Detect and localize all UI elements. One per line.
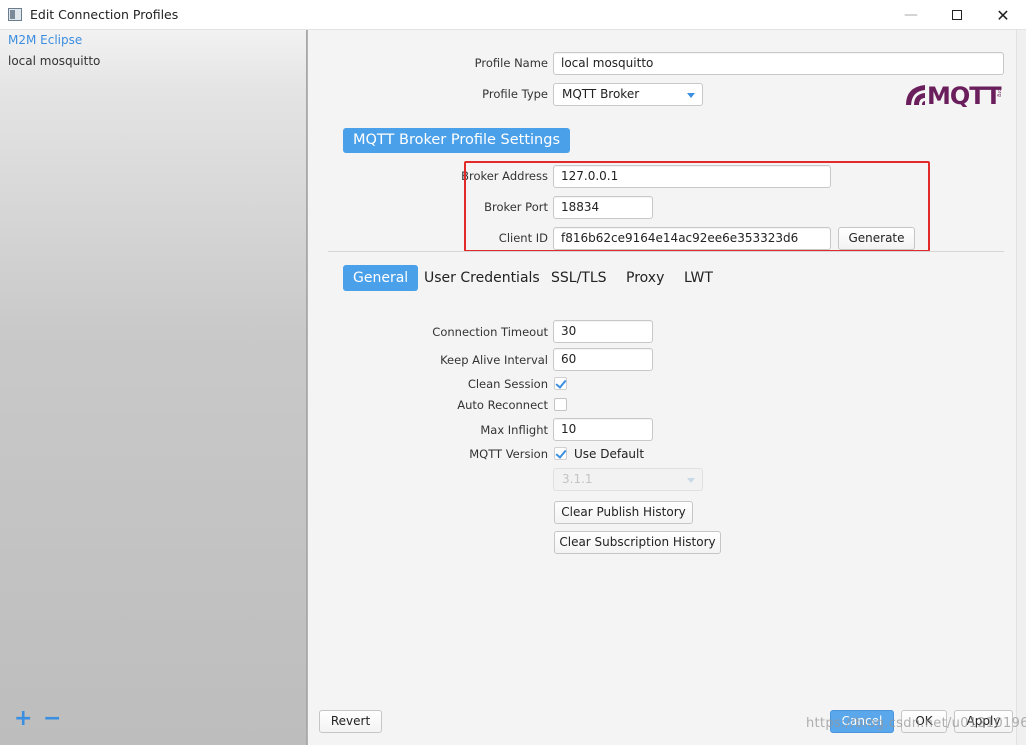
vertical-scrollbar[interactable] bbox=[1016, 30, 1026, 745]
watermark-text: https://blog.csdn.net/u012101961 bbox=[806, 716, 1026, 731]
profile-name-label: Profile Name bbox=[474, 56, 548, 70]
auto-reconnect-label: Auto Reconnect bbox=[457, 398, 548, 412]
clear-subscription-history-button[interactable]: Clear Subscription History bbox=[554, 531, 721, 554]
clean-session-checkbox[interactable] bbox=[554, 377, 567, 390]
tab-general[interactable]: General bbox=[343, 265, 419, 291]
window-title: Edit Connection Profiles bbox=[30, 7, 179, 22]
tab-proxy[interactable]: Proxy bbox=[616, 265, 674, 291]
profile-type-label: Profile Type bbox=[482, 87, 548, 101]
use-default-checkbox[interactable] bbox=[554, 447, 567, 460]
keep-alive-input[interactable]: 60 bbox=[553, 348, 653, 371]
broker-settings-header: MQTT Broker Profile Settings bbox=[343, 128, 570, 153]
tab-lwt[interactable]: LWT bbox=[674, 265, 723, 291]
profile-sidebar: M2M Eclipse local mosquitto + − bbox=[0, 30, 308, 745]
use-default-label: Use Default bbox=[574, 447, 645, 461]
profile-type-value: MQTT Broker bbox=[562, 87, 640, 101]
section-divider bbox=[328, 251, 1004, 252]
mqtt-version-value: 3.1.1 bbox=[562, 472, 593, 486]
close-button[interactable]: ✕ bbox=[980, 0, 1026, 30]
connection-timeout-label: Connection Timeout bbox=[432, 325, 548, 339]
maximize-icon bbox=[952, 10, 962, 20]
sidebar-item-m2m-eclipse[interactable]: M2M Eclipse bbox=[0, 30, 307, 50]
chevron-down-icon bbox=[687, 93, 695, 98]
sidebar-item-local-mosquitto[interactable]: local mosquitto bbox=[0, 51, 307, 71]
chevron-down-icon bbox=[687, 478, 695, 483]
clear-publish-history-button[interactable]: Clear Publish History bbox=[554, 501, 693, 524]
profile-type-select[interactable]: MQTT Broker bbox=[553, 83, 703, 106]
keep-alive-label: Keep Alive Interval bbox=[440, 353, 548, 367]
mqtt-version-label: MQTT Version bbox=[469, 447, 548, 461]
mqtt-logo: MQTT .org bbox=[906, 82, 1003, 107]
clean-session-label: Clean Session bbox=[467, 377, 548, 391]
tab-user-credentials[interactable]: User Credentials bbox=[414, 265, 550, 291]
mqtt-version-select: 3.1.1 bbox=[553, 468, 703, 491]
app-icon bbox=[8, 8, 22, 21]
annotation-highlight-box bbox=[464, 161, 930, 252]
max-inflight-input[interactable]: 10 bbox=[553, 418, 653, 441]
close-icon: ✕ bbox=[996, 5, 1010, 25]
revert-button[interactable]: Revert bbox=[319, 710, 382, 733]
remove-profile-button[interactable]: − bbox=[43, 708, 61, 730]
mqtt-logo-sub: .org bbox=[996, 87, 1002, 97]
tab-ssl-tls[interactable]: SSL/TLS bbox=[541, 265, 617, 291]
minimize-icon: — bbox=[904, 7, 918, 23]
profile-name-input[interactable]: local mosquitto bbox=[553, 52, 1004, 75]
profile-list[interactable]: M2M Eclipse local mosquitto bbox=[0, 30, 307, 745]
maximize-button[interactable] bbox=[934, 0, 980, 30]
minimize-button[interactable]: — bbox=[888, 0, 934, 30]
add-profile-button[interactable]: + bbox=[14, 708, 32, 730]
max-inflight-label: Max Inflight bbox=[480, 423, 548, 437]
title-bar: Edit Connection Profiles — ✕ bbox=[0, 0, 1026, 30]
auto-reconnect-checkbox[interactable] bbox=[554, 398, 567, 411]
mqtt-logo-text: MQTT bbox=[927, 82, 1002, 107]
connection-timeout-input[interactable]: 30 bbox=[553, 320, 653, 343]
